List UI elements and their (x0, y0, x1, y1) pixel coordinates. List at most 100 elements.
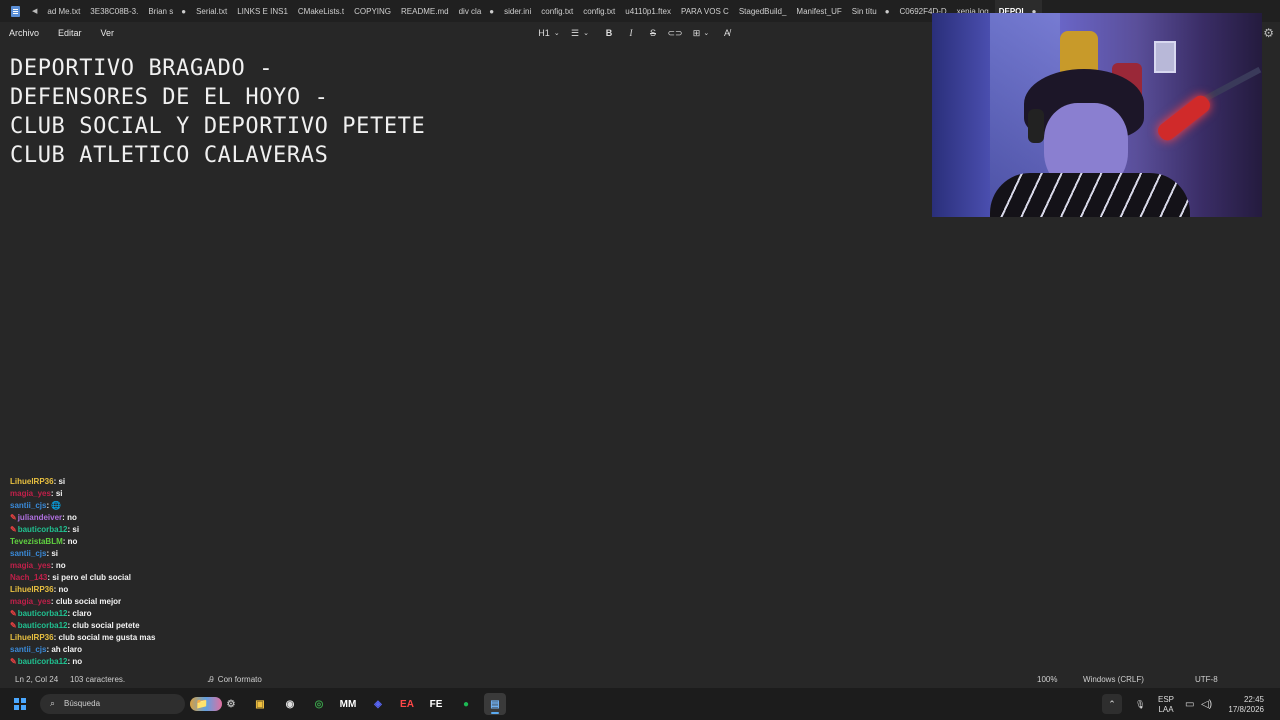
encoding[interactable]: UTF-8 (1195, 675, 1218, 684)
scroll-tabs-left-icon[interactable]: ◀ (32, 7, 37, 15)
tab-label: config.txt (541, 6, 574, 16)
network-icon[interactable]: ▭ (1185, 688, 1194, 720)
chat-message: santii_cjs: ah claro (10, 645, 83, 654)
table-dropdown[interactable]: ⊞ ⌄ (686, 22, 716, 44)
microphone-icon[interactable]: 🎙 (1135, 688, 1145, 720)
tab[interactable]: config.txt (537, 0, 579, 22)
document-line[interactable]: CLUB ATLETICO CALAVERAS (10, 143, 328, 168)
chat-username: magia_yes (10, 597, 51, 606)
format-toolbar: H1 ⌄ ☰ ⌄ B I S ⊂⊃ ⊞ ⌄ A̸ (536, 22, 738, 44)
tab[interactable]: config.txt (579, 0, 621, 22)
tab[interactable]: StagedBuild_ (735, 0, 793, 22)
settings-app-icon[interactable]: ⚙ (220, 693, 242, 715)
line-ending[interactable]: Windows (CRLF) (1083, 675, 1144, 684)
windows-start-icon[interactable] (14, 698, 26, 710)
webcam-overlay (932, 13, 1262, 217)
tab[interactable]: Sin títu ● (848, 0, 896, 22)
tab-label: 3E38C08B-3. (90, 6, 139, 16)
tab[interactable]: CMakeLists.t (294, 0, 350, 22)
tab[interactable]: LINKS E INS1 (233, 0, 294, 22)
chat-text: si (72, 525, 80, 534)
italic-button[interactable]: I (620, 22, 642, 44)
chat-text: ah claro (51, 645, 83, 654)
list-icon: ☰ (571, 27, 580, 38)
fe-app-icon[interactable]: FE (425, 693, 447, 715)
webcam-person-body (990, 173, 1190, 217)
chat-text: si (58, 477, 66, 486)
tab[interactable]: PARA VOS C (677, 0, 735, 22)
webcam-picture-frame (1154, 41, 1176, 73)
chat-message: ✎juliandeiver: no (10, 513, 77, 522)
taskbar-search[interactable]: ⌕ Búsqueda (40, 694, 222, 714)
menu-editar[interactable]: Editar (49, 28, 92, 38)
character-count: 103 caracteres. (70, 675, 126, 684)
cursor-position[interactable]: Ln 2, Col 24 (15, 675, 58, 684)
tab[interactable]: Brian s ● (144, 0, 192, 22)
chat-username: LihuelRP36 (10, 585, 54, 594)
settings-gear-icon[interactable]: ⚙ (1263, 26, 1274, 40)
chat-username: LihuelRP36 (10, 477, 54, 486)
chat-message: LihuelRP36: si (10, 477, 66, 486)
file-explorer-icon[interactable]: 📁 (191, 693, 213, 715)
chat-text: no (67, 513, 77, 522)
strikethrough-button[interactable]: S (642, 22, 664, 44)
tab-label: LINKS E INS1 (237, 6, 288, 16)
tab[interactable]: README.md (397, 0, 455, 22)
chat-username: magia_yes (10, 561, 51, 570)
notepad-app-icon[interactable]: ▤ (484, 693, 506, 715)
discord-app-icon[interactable]: ◈ (367, 693, 389, 715)
microsoft-store-icon[interactable]: ▣ (249, 693, 271, 715)
tray-chevron-icon[interactable]: ⌃ (1102, 694, 1122, 714)
spotify-app-icon[interactable]: ● (455, 693, 477, 715)
heading-dropdown[interactable]: H1 ⌄ (536, 22, 562, 44)
tab[interactable]: 3E38C08B-3. (86, 0, 144, 22)
chat-text: si (55, 489, 63, 498)
webcam-headset (1028, 109, 1044, 143)
chat-username: magia_yes (10, 489, 51, 498)
chevron-down-icon: ⌄ (703, 30, 710, 37)
tab[interactable]: COPYING (350, 0, 397, 22)
obs-app-icon[interactable]: ◉ (279, 693, 301, 715)
status-bar: Ln 2, Col 24 103 caracteres. Ꭿ Con format… (0, 670, 1280, 688)
chat-text: no (58, 585, 69, 594)
tab-label: u4110p1.ftex (625, 6, 671, 16)
chat-username: juliandeiver (17, 513, 63, 522)
input-language[interactable]: ESP LAA (1154, 695, 1178, 715)
active-indicator (491, 712, 499, 714)
chat-username: LihuelRP36 (10, 633, 54, 642)
tab[interactable]: u4110p1.ftex (621, 0, 677, 22)
bold-button[interactable]: B (598, 22, 620, 44)
chat-text: claro (72, 609, 92, 618)
search-icon: ⌕ (50, 698, 56, 708)
chat-badge-icon: ✎ (10, 621, 17, 630)
tab[interactable]: Serial.txt (192, 0, 233, 22)
link-icon[interactable]: ⊂⊃ (664, 22, 686, 44)
mm-app-icon[interactable]: MM (337, 693, 359, 715)
tab[interactable]: sider.ini (500, 0, 537, 22)
document-line[interactable]: DEPORTIVO BRAGADO - (10, 56, 273, 81)
chat-text: 🌐 (51, 501, 62, 510)
menu-ver[interactable]: Ver (92, 28, 125, 38)
chat-username: TevezistaBLM (10, 537, 63, 546)
clock[interactable]: 22:45 17/8/2026 (1216, 695, 1264, 715)
list-dropdown[interactable]: ☰ ⌄ (562, 22, 598, 44)
chat-badge-icon: ✎ (10, 609, 17, 618)
chrome-browser-icon[interactable]: ◎ (308, 693, 330, 715)
chat-message: santii_cjs: 🌐 (10, 501, 62, 510)
tab-label: ad Me.txt (47, 6, 81, 16)
chat-text: club social petete (72, 621, 140, 630)
tab[interactable]: div cla ● (455, 0, 501, 22)
tab[interactable]: Manifest_UF (792, 0, 847, 22)
chat-text: si pero el club social (52, 573, 131, 582)
document-line[interactable]: CLUB SOCIAL Y DEPORTIVO PETETE (10, 114, 425, 139)
volume-icon[interactable]: ◁) (1201, 688, 1212, 720)
clear-format-icon[interactable]: A̸ (716, 22, 738, 44)
taskbar: ⌕ Búsqueda 📁 ⚙ ▣ ◉ ◎ MM ◈ EA FE ● ▤ ⌃ 🎙 ESP LAA ▭ … (0, 688, 1280, 720)
tab[interactable]: ad Me.txt (43, 0, 86, 22)
document-line[interactable]: DEFENSORES DE EL HOYO - (10, 85, 328, 110)
format-mode[interactable]: Ꭿ Con formato (208, 675, 262, 685)
menu-archivo[interactable]: Archivo (0, 28, 49, 38)
tab-list: ad Me.txt 3E38C08B-3. Brian s ● Serial.txt LI… (43, 0, 1043, 22)
ea-app-icon[interactable]: EA (396, 693, 418, 715)
zoom-level[interactable]: 100% (1037, 675, 1057, 684)
